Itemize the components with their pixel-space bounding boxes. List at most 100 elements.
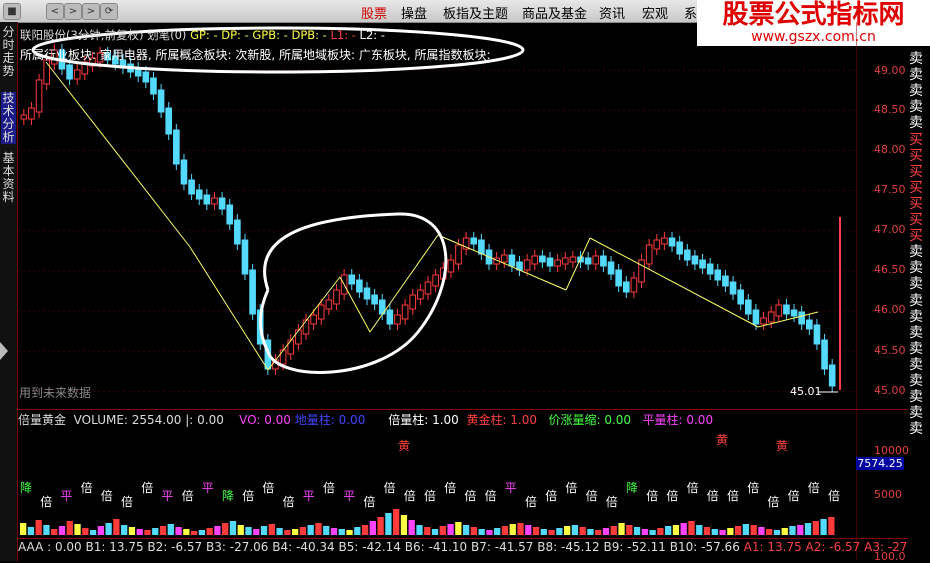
candle-body <box>699 259 706 269</box>
candle-body <box>363 287 371 300</box>
volume-bar <box>758 527 765 535</box>
volume-bar <box>431 529 439 535</box>
dlz-value: 地量柱: 0.00 <box>294 413 366 427</box>
candle-body <box>813 324 821 345</box>
volume-bar <box>20 523 27 535</box>
volume-current-value: 7574.25 <box>856 457 904 470</box>
panel-divider <box>18 538 908 539</box>
sell-signal: 卖 <box>909 83 923 100</box>
volume-mark: 倍 <box>182 488 194 503</box>
price-tick: 48.00 <box>874 143 906 156</box>
volume-indicator-name: 倍量黄金 <box>18 413 67 427</box>
candle-body <box>752 309 760 325</box>
candle-body <box>676 241 683 255</box>
candle-body <box>226 204 234 225</box>
volume-bar <box>711 529 718 535</box>
volume-bar <box>393 509 400 535</box>
sell-signal: 卖 <box>909 405 923 422</box>
volume-bar <box>276 528 283 535</box>
volume-bar <box>828 517 835 535</box>
candle-body <box>142 71 150 83</box>
candle-body <box>394 314 401 325</box>
volume-bar <box>820 519 827 535</box>
tab-fundamental[interactable]: 基本资料 <box>1 152 16 204</box>
b5-value: B5: -42.14 <box>338 540 401 554</box>
buy-signal: 买 <box>909 147 923 164</box>
volume-bar <box>633 527 641 535</box>
candle-body <box>157 89 165 113</box>
volume-bar <box>696 525 703 535</box>
candle-body <box>203 194 211 205</box>
candle-body <box>173 129 180 165</box>
volume-mark: 倍 <box>101 488 113 503</box>
volume-mark: 倍 <box>384 480 396 495</box>
b2-value: B2: -6.57 <box>147 540 203 554</box>
candle-body <box>737 289 744 305</box>
menu-index-theme[interactable]: 板指及主题 <box>443 3 508 22</box>
volume-bar <box>43 525 50 535</box>
candle-body <box>188 179 195 195</box>
volume-mark: 倍 <box>262 480 274 495</box>
future-data-hint: 用到未来数据 <box>19 386 92 400</box>
chart-title-line: 联阳股份(3分钟,前复权) 划笔(0) GP: - DP: - GPB: - D… <box>20 27 385 43</box>
candle-body <box>600 255 607 267</box>
refresh-button[interactable]: ⟳ <box>100 3 118 20</box>
volume-bar <box>361 525 369 535</box>
volume-mark: 倍 <box>767 494 779 509</box>
tab-intraday[interactable]: 分时走势 <box>1 26 16 78</box>
menu-news[interactable]: 资讯 <box>599 3 625 22</box>
menu-trading[interactable]: 操盘 <box>401 3 427 22</box>
candle-body <box>546 257 554 267</box>
volume-bar <box>51 529 58 535</box>
menu-stock[interactable]: 股票 <box>361 3 387 22</box>
back-button[interactable]: < <box>46 3 64 20</box>
candle-body <box>73 69 81 80</box>
l1-value: L1: - <box>330 28 356 42</box>
indicator-name: 划笔(0) <box>147 28 187 42</box>
hjz-value: 黄金柱: 1.00 <box>466 413 538 427</box>
volume-bar <box>750 525 757 535</box>
candle-body <box>683 249 691 261</box>
kline-chart[interactable]: 降倍 平倍倍 倍倍平 倍平降 倍倍倍 平倍平 倍倍倍 倍倍倍 倍平倍 倍倍倍 倍降倍 倍倍倍 倍倍倍 倍倍… <box>18 22 855 561</box>
candle-body <box>28 107 35 120</box>
golden-bar-mark: 黄 <box>716 433 728 447</box>
volume-mark: 倍 <box>424 488 436 503</box>
volume-bar <box>649 530 656 535</box>
collapse-arrow-icon[interactable] <box>0 342 8 360</box>
menu-commodity-fund[interactable]: 商品及基金 <box>522 3 587 22</box>
trend-line <box>339 276 371 333</box>
volume-bar <box>175 527 182 535</box>
candle-body <box>661 237 668 245</box>
volume-bar <box>400 515 408 535</box>
volume-bar <box>532 527 540 535</box>
candle-body <box>531 255 539 265</box>
volume-bar <box>198 530 206 535</box>
volume-bar <box>525 525 532 535</box>
volume-value: VOLUME: 2554.00 <box>73 413 182 427</box>
volume-bar <box>672 525 680 535</box>
candle-body <box>554 259 561 267</box>
buy-signal: 买 <box>909 228 923 245</box>
sell-signal: 卖 <box>909 260 923 277</box>
low-price-label: 45.01 <box>790 385 822 398</box>
volume-bar <box>237 525 244 535</box>
candle-body <box>455 244 462 265</box>
forward-button[interactable]: > <box>64 3 82 20</box>
volume-bar <box>97 526 104 535</box>
sell-signal: 卖 <box>909 340 923 357</box>
volume-bar <box>610 526 617 535</box>
volume-mark: 倍 <box>121 494 133 509</box>
price-tick: 47.00 <box>874 223 906 236</box>
volume-bar <box>455 522 462 535</box>
candle-body <box>470 237 478 245</box>
trend-line <box>267 276 341 371</box>
volume-bar <box>657 528 664 535</box>
volume-mark: 倍 <box>323 480 335 495</box>
volume-bar <box>190 531 198 535</box>
volume-mark: 倍 <box>727 488 739 503</box>
volume-bar <box>478 529 485 535</box>
tab-technical[interactable]: 技术分析 <box>1 92 16 144</box>
forward-end-button[interactable]: > <box>82 3 100 20</box>
price-tick: 47.50 <box>874 183 906 196</box>
menu-macro[interactable]: 宏观 <box>642 3 668 22</box>
